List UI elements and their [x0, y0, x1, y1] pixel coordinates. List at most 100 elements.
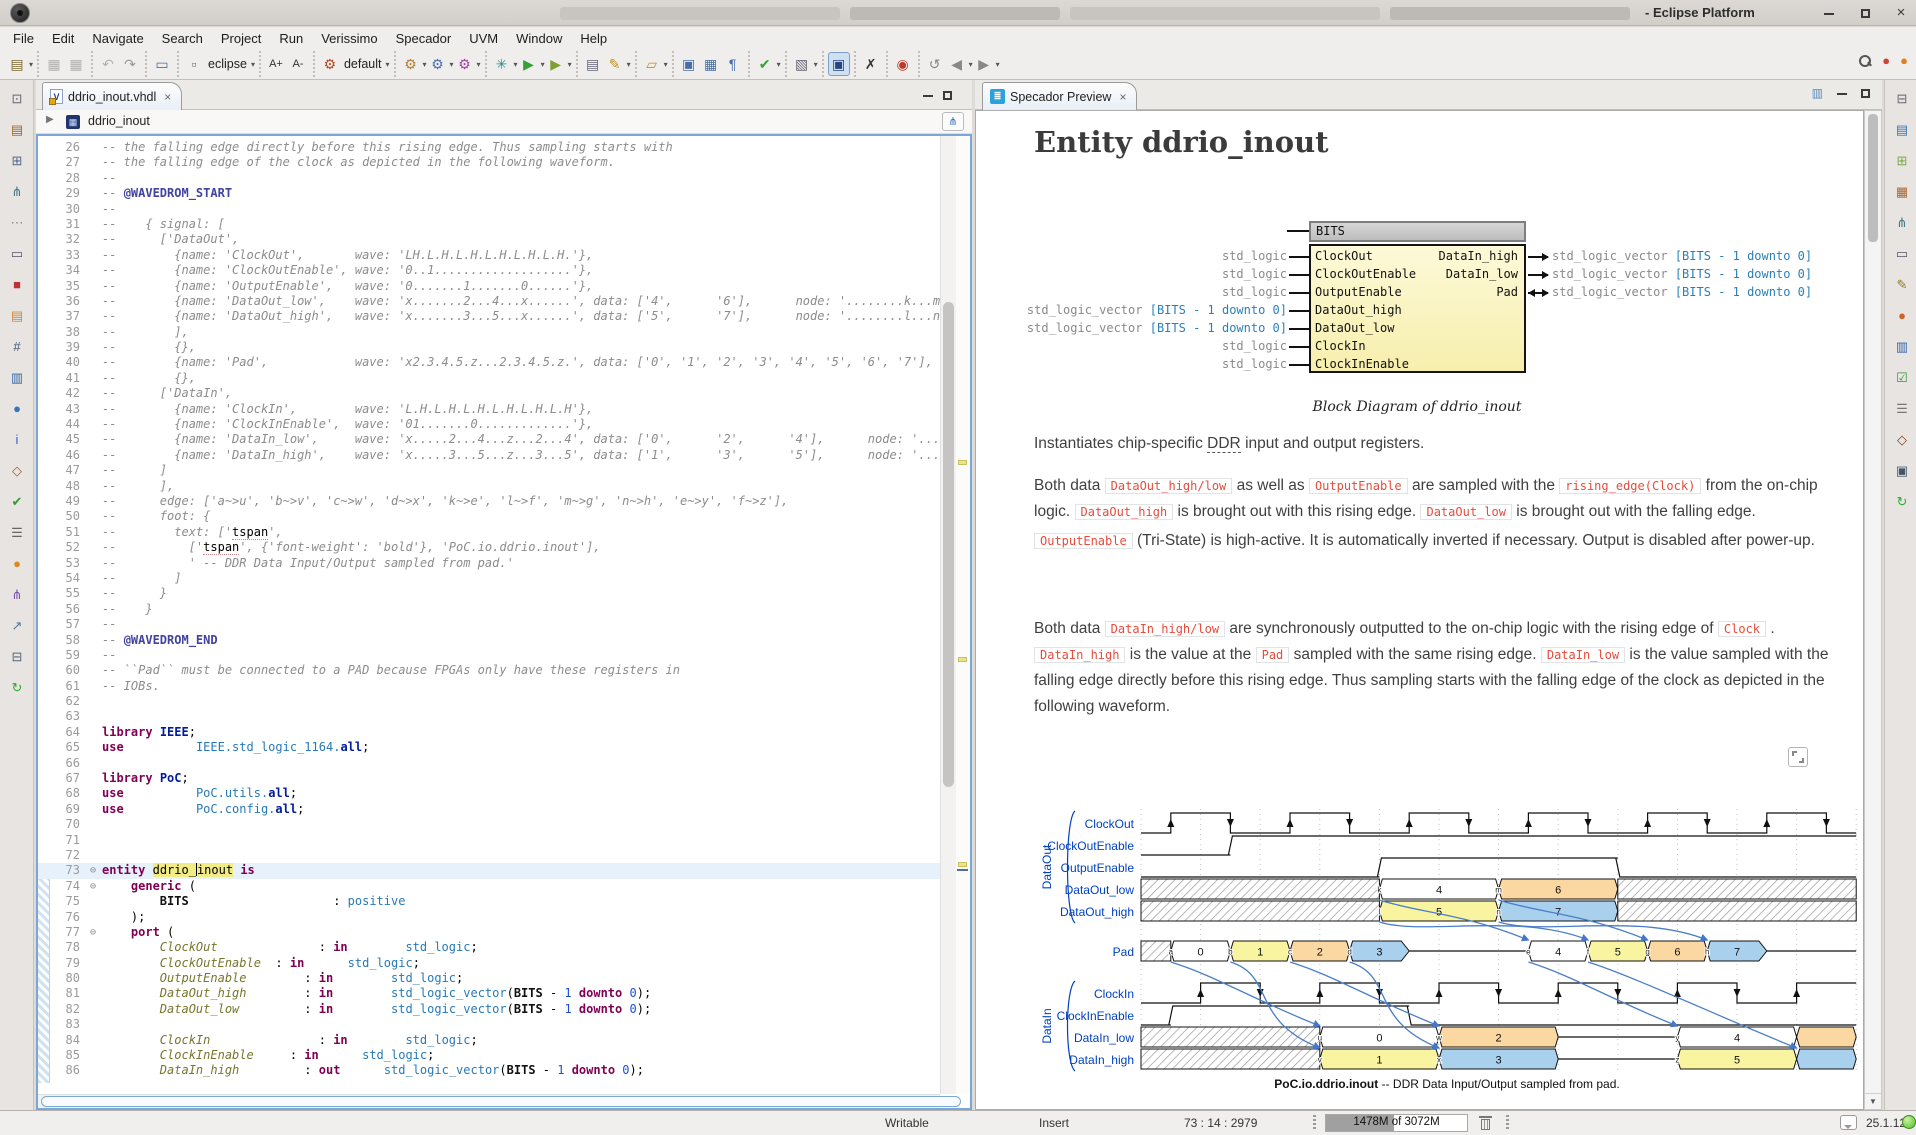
menu-item-verissimo[interactable]: Verissimo [312, 29, 386, 48]
chevron-down-icon[interactable]: ▾ [251, 60, 255, 69]
menu-item-search[interactable]: Search [153, 29, 212, 48]
toolbar-last-edit-location-button[interactable]: ↺ [924, 52, 946, 76]
dock-console-icon[interactable]: ▥ [1891, 336, 1913, 358]
chevron-down-icon[interactable]: ▾ [996, 60, 1000, 69]
toolbar-open-console-button[interactable]: ▭ [151, 52, 173, 76]
chevron-down-icon[interactable]: ▾ [568, 60, 572, 69]
toolbar-run-button[interactable]: ▶ [518, 52, 540, 76]
toolbar-print-button[interactable]: ▤ [582, 52, 604, 76]
dock-package-icon[interactable]: ◇ [1891, 429, 1913, 451]
chevron-down-icon[interactable]: ▾ [777, 60, 781, 69]
chevron-down-icon[interactable]: ▾ [814, 60, 818, 69]
dock-display-icon[interactable]: ⊟ [6, 646, 28, 668]
expand-figure-button[interactable] [1788, 747, 1808, 767]
chevron-down-icon[interactable]: ▾ [385, 60, 389, 69]
toolbar-undo-button[interactable]: ↶ [97, 52, 119, 76]
toolbar-config-elaborate-button[interactable]: ⚙ [427, 52, 449, 76]
dock-tree-icon[interactable]: ⋔ [6, 584, 28, 606]
dock-check-icon[interactable]: ☑ [1891, 367, 1913, 389]
fold-marker[interactable]: ⊖ [84, 879, 102, 894]
toolbar-workspace-combo[interactable]: eclipse [205, 57, 250, 71]
chevron-down-icon[interactable]: ▾ [664, 60, 668, 69]
scroll-down-arrow[interactable]: ▼ [1865, 1093, 1881, 1109]
toolbar-console-view-button[interactable]: ▣ [828, 52, 850, 76]
toolbar-coverage-button[interactable]: ▶ [545, 52, 567, 76]
minimize-button[interactable] [1816, 3, 1842, 23]
search-icon[interactable] [1858, 54, 1872, 68]
dock-pencil-icon[interactable]: ✎ [1891, 274, 1913, 296]
toolbar-font-decrease-button[interactable]: A- [287, 52, 309, 76]
close-button[interactable]: × [1888, 3, 1914, 23]
toolbar-redo-button[interactable]: ↷ [119, 52, 141, 76]
dock-terminal-icon[interactable]: ▭ [6, 243, 28, 265]
maximize-view-icon[interactable] [943, 87, 952, 105]
close-icon[interactable]: × [1119, 90, 1126, 104]
layout-icon[interactable]: ▥ [1812, 86, 1823, 100]
dock-breakpoint-icon[interactable]: ● [1891, 305, 1913, 327]
maximize-button[interactable] [1852, 3, 1878, 23]
menu-item-help[interactable]: Help [571, 29, 616, 48]
dock-console-icon[interactable]: ▥ [6, 367, 28, 389]
chevron-down-icon[interactable]: ▾ [423, 60, 427, 69]
dock-tags-icon[interactable]: # [6, 336, 28, 358]
app-menu-button[interactable] [10, 3, 30, 23]
toolbar-help-lifebuoy-button[interactable]: ◉ [892, 52, 914, 76]
scrollbar-thumb[interactable] [1868, 114, 1878, 242]
dock-list-icon[interactable]: ☰ [1891, 398, 1913, 420]
toolbar-terminate-button[interactable]: ✗ [860, 52, 882, 76]
feedback-icon[interactable] [1840, 1115, 1857, 1130]
toolbar-save-all-button[interactable]: ▦ [65, 52, 87, 76]
preview-tab[interactable]: ≣ Specador Preview × [982, 82, 1137, 110]
dock-sync-icon[interactable]: ↻ [1891, 491, 1913, 513]
menu-item-edit[interactable]: Edit [43, 29, 83, 48]
notification-icon[interactable]: ● [1882, 53, 1890, 68]
toolbar-save-button[interactable]: ▦ [43, 52, 65, 76]
menu-item-run[interactable]: Run [270, 29, 312, 48]
preview-scrollbar[interactable]: ▼ [1864, 110, 1882, 1110]
dock-window-restore-icon[interactable]: ⊡ [6, 88, 28, 110]
dock-error-log-icon[interactable]: ■ [6, 274, 28, 296]
dock-sync-icon[interactable]: ↻ [6, 677, 28, 699]
dock-tasks-icon[interactable]: ☰ [6, 522, 28, 544]
occurrence-marker[interactable] [958, 657, 967, 662]
editor-horizontal-scrollbar[interactable] [38, 1094, 940, 1108]
garbage-collect-button[interactable] [1479, 1116, 1492, 1130]
occurrence-marker[interactable] [958, 862, 967, 867]
fold-marker[interactable]: ⊖ [84, 863, 102, 878]
toolbar-workspace-button[interactable]: ▫ [183, 52, 205, 76]
toolbar-coverage-table-button[interactable]: ▧ [791, 52, 813, 76]
dock-terminal-icon[interactable]: ▭ [1891, 243, 1913, 265]
menu-item-file[interactable]: File [4, 29, 43, 48]
dock-monitor-icon[interactable]: ▣ [1891, 460, 1913, 482]
dock-script-icon[interactable]: ▤ [6, 305, 28, 327]
menu-item-specador[interactable]: Specador [387, 29, 461, 48]
dock-palette-icon[interactable]: ▤ [6, 119, 28, 141]
dock-sphere-icon[interactable]: ● [6, 398, 28, 420]
breadcrumb-toggle-button[interactable]: ⋔ [942, 112, 964, 131]
dock-more-icon[interactable]: ⋯ [6, 212, 28, 234]
minimize-view-icon[interactable] [923, 87, 933, 105]
toolbar-forward-button[interactable]: ▶ [973, 52, 995, 76]
minimize-view-icon[interactable] [1837, 86, 1847, 100]
dock-info-icon[interactable]: i [6, 429, 28, 451]
chevron-right-icon[interactable]: ▶ [46, 114, 54, 125]
chevron-down-icon[interactable]: ▾ [29, 60, 33, 69]
overview-ruler[interactable] [956, 136, 970, 1094]
toolbar-show-whitespace-button[interactable]: ¶ [722, 52, 744, 76]
toolbar-table-view-button[interactable]: ▦ [700, 52, 722, 76]
toolbar-run-config-combo[interactable]: default [341, 57, 385, 71]
toolbar-debug-button[interactable]: ✳ [491, 52, 513, 76]
dock-link-icon[interactable]: ↗ [6, 615, 28, 637]
toolbar-config-simulate-button[interactable]: ⚙ [454, 52, 476, 76]
chevron-down-icon[interactable]: ▾ [514, 60, 518, 69]
scrollbar-thumb[interactable] [943, 302, 954, 787]
toolbar-new-wizard-button[interactable]: ▤ [6, 52, 28, 76]
dock-hierarchy-icon[interactable]: ⋔ [6, 181, 28, 203]
chevron-down-icon[interactable]: ▾ [541, 60, 545, 69]
breadcrumb-entity[interactable]: ddrio_inout [88, 114, 150, 128]
editor-vertical-scrollbar[interactable] [940, 136, 956, 1094]
dock-doc-icon[interactable]: ▤ [1891, 119, 1913, 141]
toolbar-config-compile-button[interactable]: ⚙ [400, 52, 422, 76]
dock-views-icon[interactable]: ⊞ [6, 150, 28, 172]
dock-outline-icon[interactable]: ⊟ [1891, 88, 1913, 110]
